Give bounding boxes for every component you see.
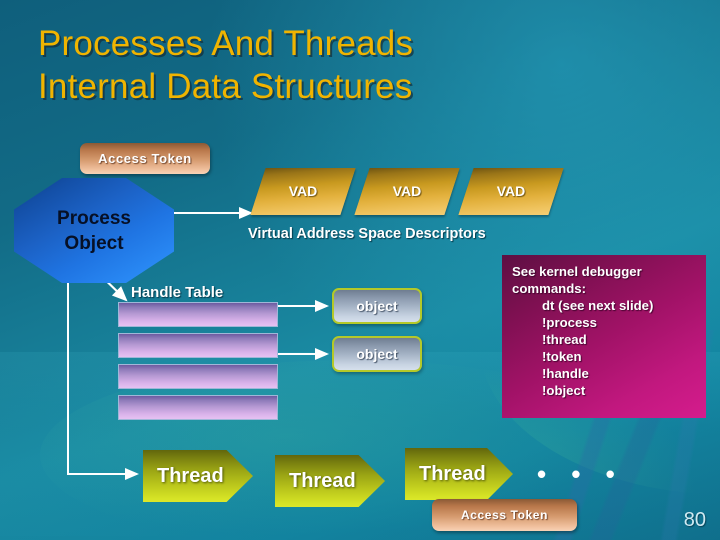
vad-box-1[interactable]: VAD — [250, 168, 356, 215]
object-box-1[interactable]: object — [332, 288, 422, 324]
object-box-2[interactable]: object — [332, 336, 422, 372]
slide-canvas: Processes And Threads Internal Data Stru… — [0, 0, 720, 540]
vad-label-2: VAD — [392, 183, 422, 199]
handle-table-row[interactable] — [118, 395, 278, 420]
process-object-shape[interactable]: Process Object — [14, 178, 174, 283]
thread-shape-1[interactable]: Thread — [143, 450, 253, 502]
thread-label-3: Thread — [419, 462, 486, 485]
handle-table-row[interactable] — [118, 302, 278, 327]
kernel-debugger-command: dt (see next slide) — [542, 298, 654, 313]
kernel-debugger-command: !handle — [542, 366, 589, 381]
vad-label-3: VAD — [496, 183, 526, 199]
ellipsis-indicator: • • • — [537, 459, 624, 489]
page-number: 80 — [683, 509, 706, 531]
handle-table-row[interactable] — [118, 364, 278, 389]
vad-label-1: VAD — [288, 183, 318, 199]
kernel-debugger-panel: See kernel debugger commands: dt (see ne… — [502, 255, 706, 418]
kernel-debugger-command: !object — [542, 383, 586, 398]
vad-box-2[interactable]: VAD — [354, 168, 460, 215]
kernel-debugger-heading: See kernel debugger commands: — [512, 264, 642, 296]
thread-shape-2[interactable]: Thread — [275, 455, 385, 507]
access-token-badge-bottom[interactable]: Access Token — [432, 499, 577, 531]
handle-table — [118, 302, 278, 426]
handle-table-label: Handle Table — [131, 284, 224, 301]
page-title: Processes And Threads Internal Data Stru… — [38, 24, 414, 106]
thread-label-2: Thread — [289, 469, 356, 492]
thread-label-1: Thread — [157, 464, 224, 487]
thread-shape-3[interactable]: Thread — [405, 448, 513, 500]
kernel-debugger-command: !token — [542, 349, 582, 364]
access-token-badge-top[interactable]: Access Token — [80, 143, 210, 174]
kernel-debugger-command: !thread — [542, 332, 587, 347]
handle-table-row[interactable] — [118, 333, 278, 358]
vad-box-3[interactable]: VAD — [458, 168, 564, 215]
kernel-debugger-command: !process — [542, 315, 597, 330]
vad-caption: Virtual Address Space Descriptors — [248, 226, 486, 242]
